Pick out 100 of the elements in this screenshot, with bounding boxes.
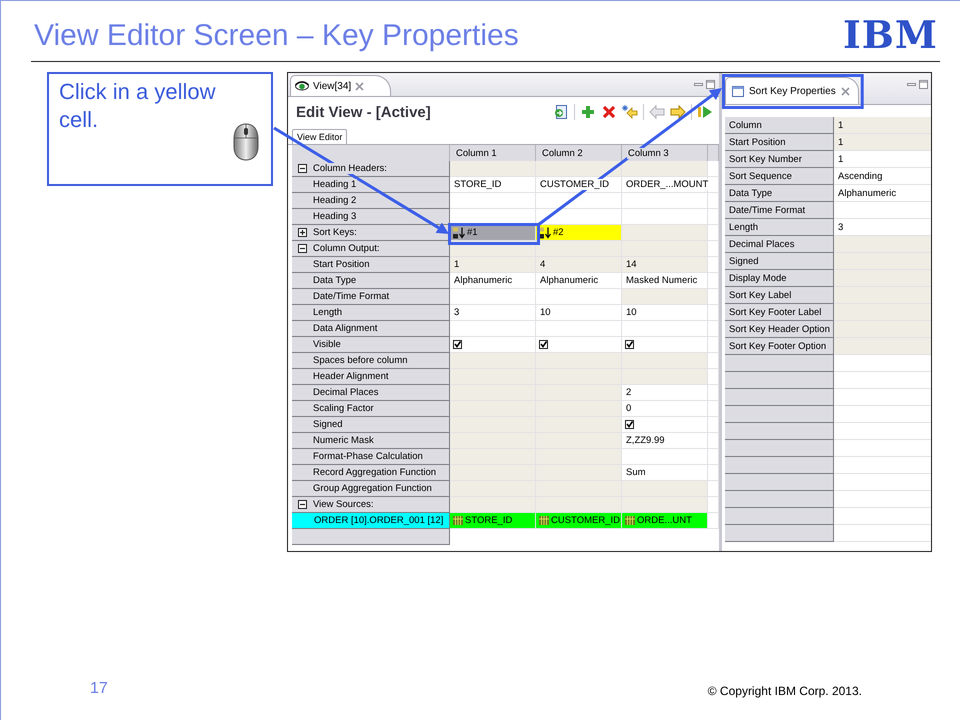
row-label: Heading 1 [292,177,450,193]
column-header: Column 1 [450,145,536,162]
gutter-cell [708,465,719,481]
table-cell[interactable]: Alphanumeric [450,273,536,289]
gutter-cell [708,385,719,401]
table-cell: 14 [622,257,708,273]
table-cell[interactable]: Z,ZZ9.99 [622,433,708,449]
table-cell[interactable]: 10 [622,305,708,321]
table-cell[interactable]: 0 [622,401,708,417]
sub-tab[interactable]: View Editor [292,129,348,144]
delete-icon[interactable] [601,104,617,120]
sort-key-cell[interactable]: #1 [450,225,536,241]
table-cell: 1 [450,257,536,273]
maximize-icon[interactable] [706,80,715,89]
table-cell[interactable] [450,321,536,337]
row-label: Group Aggregation Function [292,481,450,497]
tab-label: Sort Key Properties [749,86,836,96]
property-label: Date/Time Format [725,202,834,219]
gutter-cell [708,241,719,257]
section-label: Column Headers: [312,163,388,174]
property-label: Decimal Places [725,236,834,253]
table-cell[interactable] [622,209,708,225]
close-icon[interactable] [355,82,364,90]
collapse-icon[interactable] [298,500,307,509]
table-cell[interactable]: 2 [622,385,708,401]
table-cell[interactable] [450,289,536,305]
row-label: Scaling Factor [292,401,450,417]
section-label: Sort Keys: [312,227,358,238]
gutter-cell [708,225,719,241]
source-field-cell[interactable]: CUSTOMER_ID [536,513,622,529]
table-cell[interactable]: STORE_ID [450,177,536,193]
row-label: Format-Phase Calculation [292,449,450,465]
document-icon[interactable] [553,104,569,120]
property-label: Column [725,117,834,134]
table-cell[interactable] [622,193,708,209]
star-arrow-icon[interactable] [622,104,638,120]
minimize-icon[interactable] [907,80,916,89]
checkbox[interactable] [539,340,548,349]
collapse-icon[interactable] [298,244,307,253]
source-field-cell[interactable]: ORDE...UNT [622,513,708,529]
table-cell[interactable] [622,321,708,337]
checkbox[interactable] [625,420,634,429]
gutter-cell [708,321,719,337]
editor-title: Edit View - [Active] [296,104,431,120]
table-cell[interactable]: 3 [450,305,536,321]
expand-icon[interactable] [298,228,307,237]
checkbox[interactable] [625,340,634,349]
play-icon[interactable] [697,104,713,120]
property-label: Length [725,219,834,236]
editor-tab[interactable]: View[34] [290,75,392,96]
table-cell[interactable]: 10 [536,305,622,321]
gutter-cell [708,289,719,305]
table-cell[interactable]: ORDER_...MOUNT [622,177,708,193]
table-cell[interactable] [536,289,622,305]
row-label: Heading 2 [292,193,450,209]
minimize-icon[interactable] [694,80,703,89]
property-label: Data Type [725,185,834,202]
property-label: Sort Key Footer Option [725,338,834,355]
table-cell[interactable]: Alphanumeric [536,273,622,289]
table-cell[interactable] [536,193,622,209]
row-label: Decimal Places [292,385,450,401]
property-value: 1 [834,117,931,134]
gutter-cell [708,209,719,225]
table-cell[interactable]: Masked Numeric [622,273,708,289]
gutter-cell [708,449,719,465]
table-cell[interactable] [622,449,708,465]
window-icon [732,86,744,96]
table-icon [625,516,635,525]
source-field-cell[interactable]: STORE_ID [450,513,536,529]
section-label: Column Output: [312,243,381,254]
table-cell[interactable]: Sum [622,465,708,481]
checkbox[interactable] [453,340,462,349]
close-icon[interactable] [840,86,850,96]
maximize-icon[interactable] [919,80,928,89]
table-cell[interactable] [536,321,622,337]
plus-icon[interactable] [580,104,596,120]
collapse-icon[interactable] [298,164,307,173]
row-label: Numeric Mask [292,433,450,449]
row-label: Visible [292,337,450,353]
properties-tab[interactable]: Sort Key Properties [725,77,859,104]
right-arrow-icon[interactable] [670,104,686,120]
gutter-cell [708,177,719,193]
source-label[interactable]: ORDER [10].ORDER_001 [12] [292,513,450,529]
gutter-cell [708,161,719,177]
gutter-cell [708,273,719,289]
row-label: Signed [292,417,450,433]
property-label: Sort Key Label [725,287,834,304]
table-cell[interactable] [450,193,536,209]
property-label: Start Position [725,134,834,151]
column-header: Column 2 [536,145,622,162]
table-cell[interactable]: CUSTOMER_ID [536,177,622,193]
column-header: Column 3 [622,145,708,162]
mouse-icon [233,123,259,161]
property-label: Signed [725,253,834,270]
row-label: Header Alignment [292,369,450,385]
page-number: 17 [90,680,108,698]
row-label: Data Type [292,273,450,289]
row-label: Length [292,305,450,321]
sort-key-cell[interactable]: #2 [536,225,622,241]
table-cell: 4 [536,257,622,273]
